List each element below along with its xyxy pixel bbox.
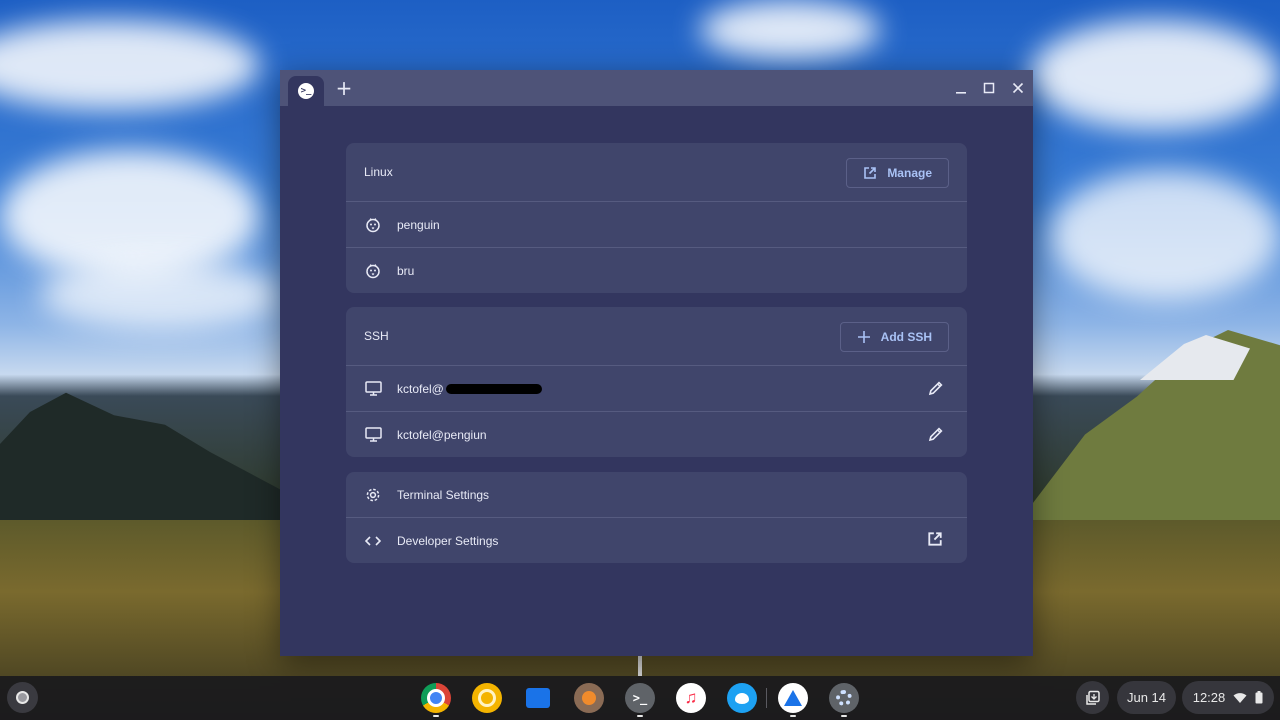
ssh-section-title: SSH bbox=[364, 329, 389, 343]
launcher-button[interactable] bbox=[7, 682, 38, 713]
ssh-connection-name: kctofel@pengiun bbox=[397, 427, 487, 442]
new-tab-button[interactable]: + bbox=[334, 78, 354, 98]
developer-settings-label: Developer Settings bbox=[397, 533, 499, 548]
ssh-connection-row[interactable]: kctofel@ bbox=[346, 366, 967, 411]
terminal-app-icon[interactable]: >_ bbox=[625, 683, 655, 717]
chrome-app-icon[interactable] bbox=[421, 683, 451, 717]
holding-space-icon bbox=[1085, 690, 1100, 705]
battery-icon bbox=[1255, 691, 1263, 704]
container-name: penguin bbox=[397, 217, 440, 232]
gear-icon bbox=[364, 486, 382, 504]
pencil-icon bbox=[928, 381, 943, 396]
time-label: 12:28 bbox=[1192, 690, 1226, 705]
maximize-icon bbox=[983, 82, 995, 94]
redaction-mark bbox=[445, 383, 542, 394]
add-ssh-button[interactable]: Add SSH bbox=[839, 322, 949, 352]
terminal-window: >_ + Linux Manage penguin bru SSH Add SS… bbox=[280, 70, 1033, 656]
linux-section: Linux Manage penguin bru bbox=[346, 143, 967, 293]
code-icon bbox=[364, 532, 382, 550]
container-row-bru[interactable]: bru bbox=[346, 247, 967, 293]
computer-icon bbox=[364, 380, 382, 398]
open-external-button[interactable] bbox=[927, 531, 945, 549]
chrome-canary-app-icon[interactable] bbox=[472, 683, 502, 713]
close-icon bbox=[1012, 82, 1024, 94]
twitter-app-icon[interactable] bbox=[727, 683, 757, 713]
add-ssh-button-label: Add SSH bbox=[880, 330, 932, 344]
manage-button[interactable]: Manage bbox=[846, 158, 949, 188]
edit-button[interactable] bbox=[927, 379, 945, 397]
ssh-connection-name: kctofel@ bbox=[397, 381, 444, 396]
penguin-icon bbox=[364, 262, 382, 280]
ssh-connection-row[interactable]: kctofel@pengiun bbox=[346, 411, 967, 457]
pencil-icon bbox=[928, 427, 943, 442]
date-tray[interactable]: Jun 14 bbox=[1117, 681, 1176, 714]
close-button[interactable] bbox=[1008, 78, 1028, 98]
wifi-icon bbox=[1233, 692, 1247, 703]
container-row-penguin[interactable]: penguin bbox=[346, 202, 967, 247]
open-external-icon bbox=[928, 532, 942, 546]
title-bar: >_ + bbox=[280, 70, 1033, 106]
developer-settings-row[interactable]: Developer Settings bbox=[346, 517, 967, 563]
music-app-icon[interactable]: ♫ bbox=[676, 683, 706, 713]
computer-icon bbox=[364, 426, 382, 444]
ssh-section: SSH Add SSH kctofel@ kctofel@pengiun bbox=[346, 307, 967, 457]
sketchbook-app-icon[interactable] bbox=[574, 683, 604, 713]
terminal-settings-label: Terminal Settings bbox=[397, 487, 490, 502]
open-external-icon bbox=[864, 167, 877, 179]
edit-button[interactable] bbox=[927, 425, 945, 443]
container-name: bru bbox=[397, 263, 415, 278]
date-label: Jun 14 bbox=[1126, 690, 1167, 705]
minimize-icon bbox=[956, 92, 966, 94]
shelf: >_ ♫ Jun 14 12:28 bbox=[0, 676, 1280, 720]
launcher-icon bbox=[16, 691, 29, 704]
status-tray[interactable]: 12:28 bbox=[1182, 681, 1274, 714]
files-app-icon[interactable] bbox=[523, 683, 553, 713]
settings-app-icon[interactable] bbox=[829, 683, 859, 717]
terminal-tab[interactable]: >_ bbox=[288, 76, 324, 106]
terminal-settings-row[interactable]: Terminal Settings bbox=[346, 472, 967, 517]
linux-section-title: Linux bbox=[364, 165, 393, 179]
terminal-icon: >_ bbox=[298, 83, 314, 99]
holding-space-button[interactable] bbox=[1076, 681, 1109, 714]
plus-icon bbox=[857, 331, 870, 343]
settings-section: Terminal Settings Developer Settings bbox=[346, 472, 967, 563]
penguin-icon bbox=[364, 216, 382, 234]
beaker-app-icon[interactable] bbox=[778, 683, 808, 717]
minimize-button[interactable] bbox=[951, 78, 971, 98]
maximize-button[interactable] bbox=[979, 78, 999, 98]
manage-button-label: Manage bbox=[887, 166, 932, 180]
